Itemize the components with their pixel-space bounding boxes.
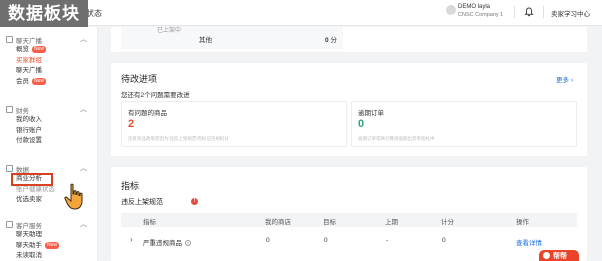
- new-badge: New: [45, 241, 60, 249]
- todo-title: 待改进项: [121, 74, 158, 84]
- tile-label: 已上架中: [157, 28, 182, 34]
- divider: [543, 6, 544, 18]
- chevron-up-icon[interactable]: ︿: [80, 104, 87, 114]
- headset-icon: [6, 221, 13, 228]
- user-company[interactable]: CNSC Company 1: [458, 12, 503, 18]
- sidebar-item-unread-cancel[interactable]: 未读取消: [0, 251, 98, 261]
- score-tile: 已上架中: [121, 27, 343, 49]
- score-summary-card: 已上架中 其他 0 分: [111, 27, 587, 52]
- chart-icon: [6, 165, 13, 172]
- my-store-cell: 0: [266, 237, 270, 244]
- sidebar: 聊天广播 ︿ 概览 New 买家群组 聊天广播 会员 New 财务 ︿ 我的收入 银…: [0, 27, 98, 261]
- other-label: 其他: [199, 37, 212, 44]
- chevron-up-icon[interactable]: ︿: [80, 163, 87, 173]
- box-value: 2: [128, 118, 135, 130]
- new-badge: New: [32, 46, 47, 53]
- page-status-label: 状态: [86, 9, 102, 18]
- top-bar: 状态 DEMO layla CNSC Company 1 卖家学习中心: [0, 0, 602, 26]
- user-name[interactable]: DEMO layla: [458, 4, 490, 10]
- previous-cell: -: [386, 237, 389, 244]
- chevron-up-icon[interactable]: ︿: [80, 219, 87, 229]
- sidebar-section-header[interactable]: 财务 ︿: [0, 104, 98, 115]
- box-title: 有问题的商品: [128, 110, 167, 117]
- column-header: 操作: [516, 219, 529, 226]
- sidebar-item-chat-broadcast[interactable]: 聊天广播: [0, 66, 98, 77]
- section-title: 聊天广播: [16, 38, 42, 45]
- todo-card: 待改进项 更多 › 您还有2个问题需要改进 有问题的商品 2 违反商品政策而因为…: [111, 63, 587, 156]
- sidebar-item-membership[interactable]: 会员 New: [0, 77, 98, 88]
- divider: [514, 6, 515, 18]
- table-row: › 严重违规商品? 0 0 - 0 查看详情: [121, 229, 577, 261]
- metrics-card: 指标 违反上架规范 ! 指标 我的商店 目标 上期 计分 操作 › 严重违规商品…: [111, 167, 587, 261]
- sidebar-item-overview[interactable]: 概览 New: [0, 45, 98, 56]
- box-value: 0: [358, 118, 365, 130]
- sidebar-item-buyer-groups[interactable]: 买家群组: [0, 56, 98, 67]
- score-cell: 0: [442, 237, 446, 244]
- box-description: 违反商品政策而因为'违反上架规范'而标记违规扣分: [128, 136, 229, 141]
- sidebar-section-chat: 聊天广播 ︿ 概览 New 买家群组 聊天广播 会员 New: [0, 34, 98, 87]
- more-link[interactable]: 更多 ›: [556, 74, 573, 84]
- column-header: 指标: [143, 219, 156, 226]
- chat-icon: [6, 36, 13, 43]
- target-cell: 0: [324, 237, 328, 244]
- column-header: 目标: [323, 219, 336, 226]
- sidebar-section-header[interactable]: 数据 ︿: [0, 163, 98, 174]
- hand-cursor-icon: [64, 183, 83, 210]
- sidebar-item-chat-helper[interactable]: 聊天助手 New: [0, 241, 98, 252]
- chevron-right-icon[interactable]: ›: [130, 235, 133, 244]
- table-header: 指标 我的商店 目标 上期 计分 操作: [121, 213, 577, 227]
- sidebar-item-payment-settings[interactable]: 付款设置: [0, 136, 98, 147]
- section-title: 客户服务: [16, 223, 42, 230]
- other-score: 0 分: [325, 37, 337, 44]
- sidebar-section-header[interactable]: 聊天广播 ︿: [0, 34, 98, 45]
- todo-subtitle: 您还有2个问题需要改进: [121, 92, 190, 99]
- sidebar-section-customer-service: 客户服务 ︿ 聊天助理 聊天助手 New 未读取消: [0, 219, 98, 261]
- problem-products-box[interactable]: 有问题的商品 2 违反商品政策而因为'违反上架规范'而标记违规扣分: [121, 101, 347, 147]
- chevron-right-icon: ›: [570, 77, 573, 84]
- chevron-up-icon[interactable]: ︿: [80, 34, 87, 44]
- metrics-subtitle: 违反上架规范: [121, 199, 163, 206]
- seller-center-link[interactable]: 卖家学习中心: [551, 8, 590, 18]
- section-title: 数据: [16, 167, 29, 174]
- user-avatar[interactable]: [446, 5, 456, 15]
- overdue-orders-box[interactable]: 逾期订单 0 逾期订单或将计算进逾期出货率指标中: [351, 101, 577, 147]
- sidebar-section-finance: 财务 ︿ 我的收入 银行账户 付款设置: [0, 104, 98, 147]
- help-icon[interactable]: ?: [185, 240, 191, 246]
- metric-name-cell: 严重违规商品?: [143, 240, 191, 247]
- sidebar-item-chat-assistant[interactable]: 聊天助理: [0, 230, 98, 241]
- warning-icon: !: [191, 198, 198, 205]
- sidebar-item-my-income[interactable]: 我的收入: [0, 115, 98, 126]
- assistant-avatar-icon: [543, 252, 550, 259]
- box-description: 逾期订单或将计算进逾期出货率指标中: [358, 136, 435, 141]
- sidebar-section-header[interactable]: 客户服务 ︿: [0, 219, 98, 230]
- section-title: 财务: [16, 108, 29, 115]
- help-widget-label: 帮帮: [553, 253, 567, 260]
- sidebar-item-business-insights[interactable]: 商业分析: [11, 173, 53, 186]
- metrics-title: 指标: [121, 181, 140, 191]
- bell-icon[interactable]: [524, 7, 534, 17]
- column-header: 上期: [385, 219, 398, 226]
- box-title: 逾期订单: [358, 110, 384, 117]
- help-chat-widget[interactable]: 帮帮: [539, 250, 579, 261]
- new-badge: New: [32, 77, 47, 85]
- overlay-title: 数据板块: [0, 0, 88, 27]
- column-header: 计分: [441, 219, 454, 226]
- column-header: 我的商店: [265, 219, 291, 226]
- wallet-icon: [6, 106, 13, 113]
- sidebar-item-bank-account[interactable]: 银行账户: [0, 126, 98, 137]
- view-details-link[interactable]: 查看详情: [516, 237, 542, 247]
